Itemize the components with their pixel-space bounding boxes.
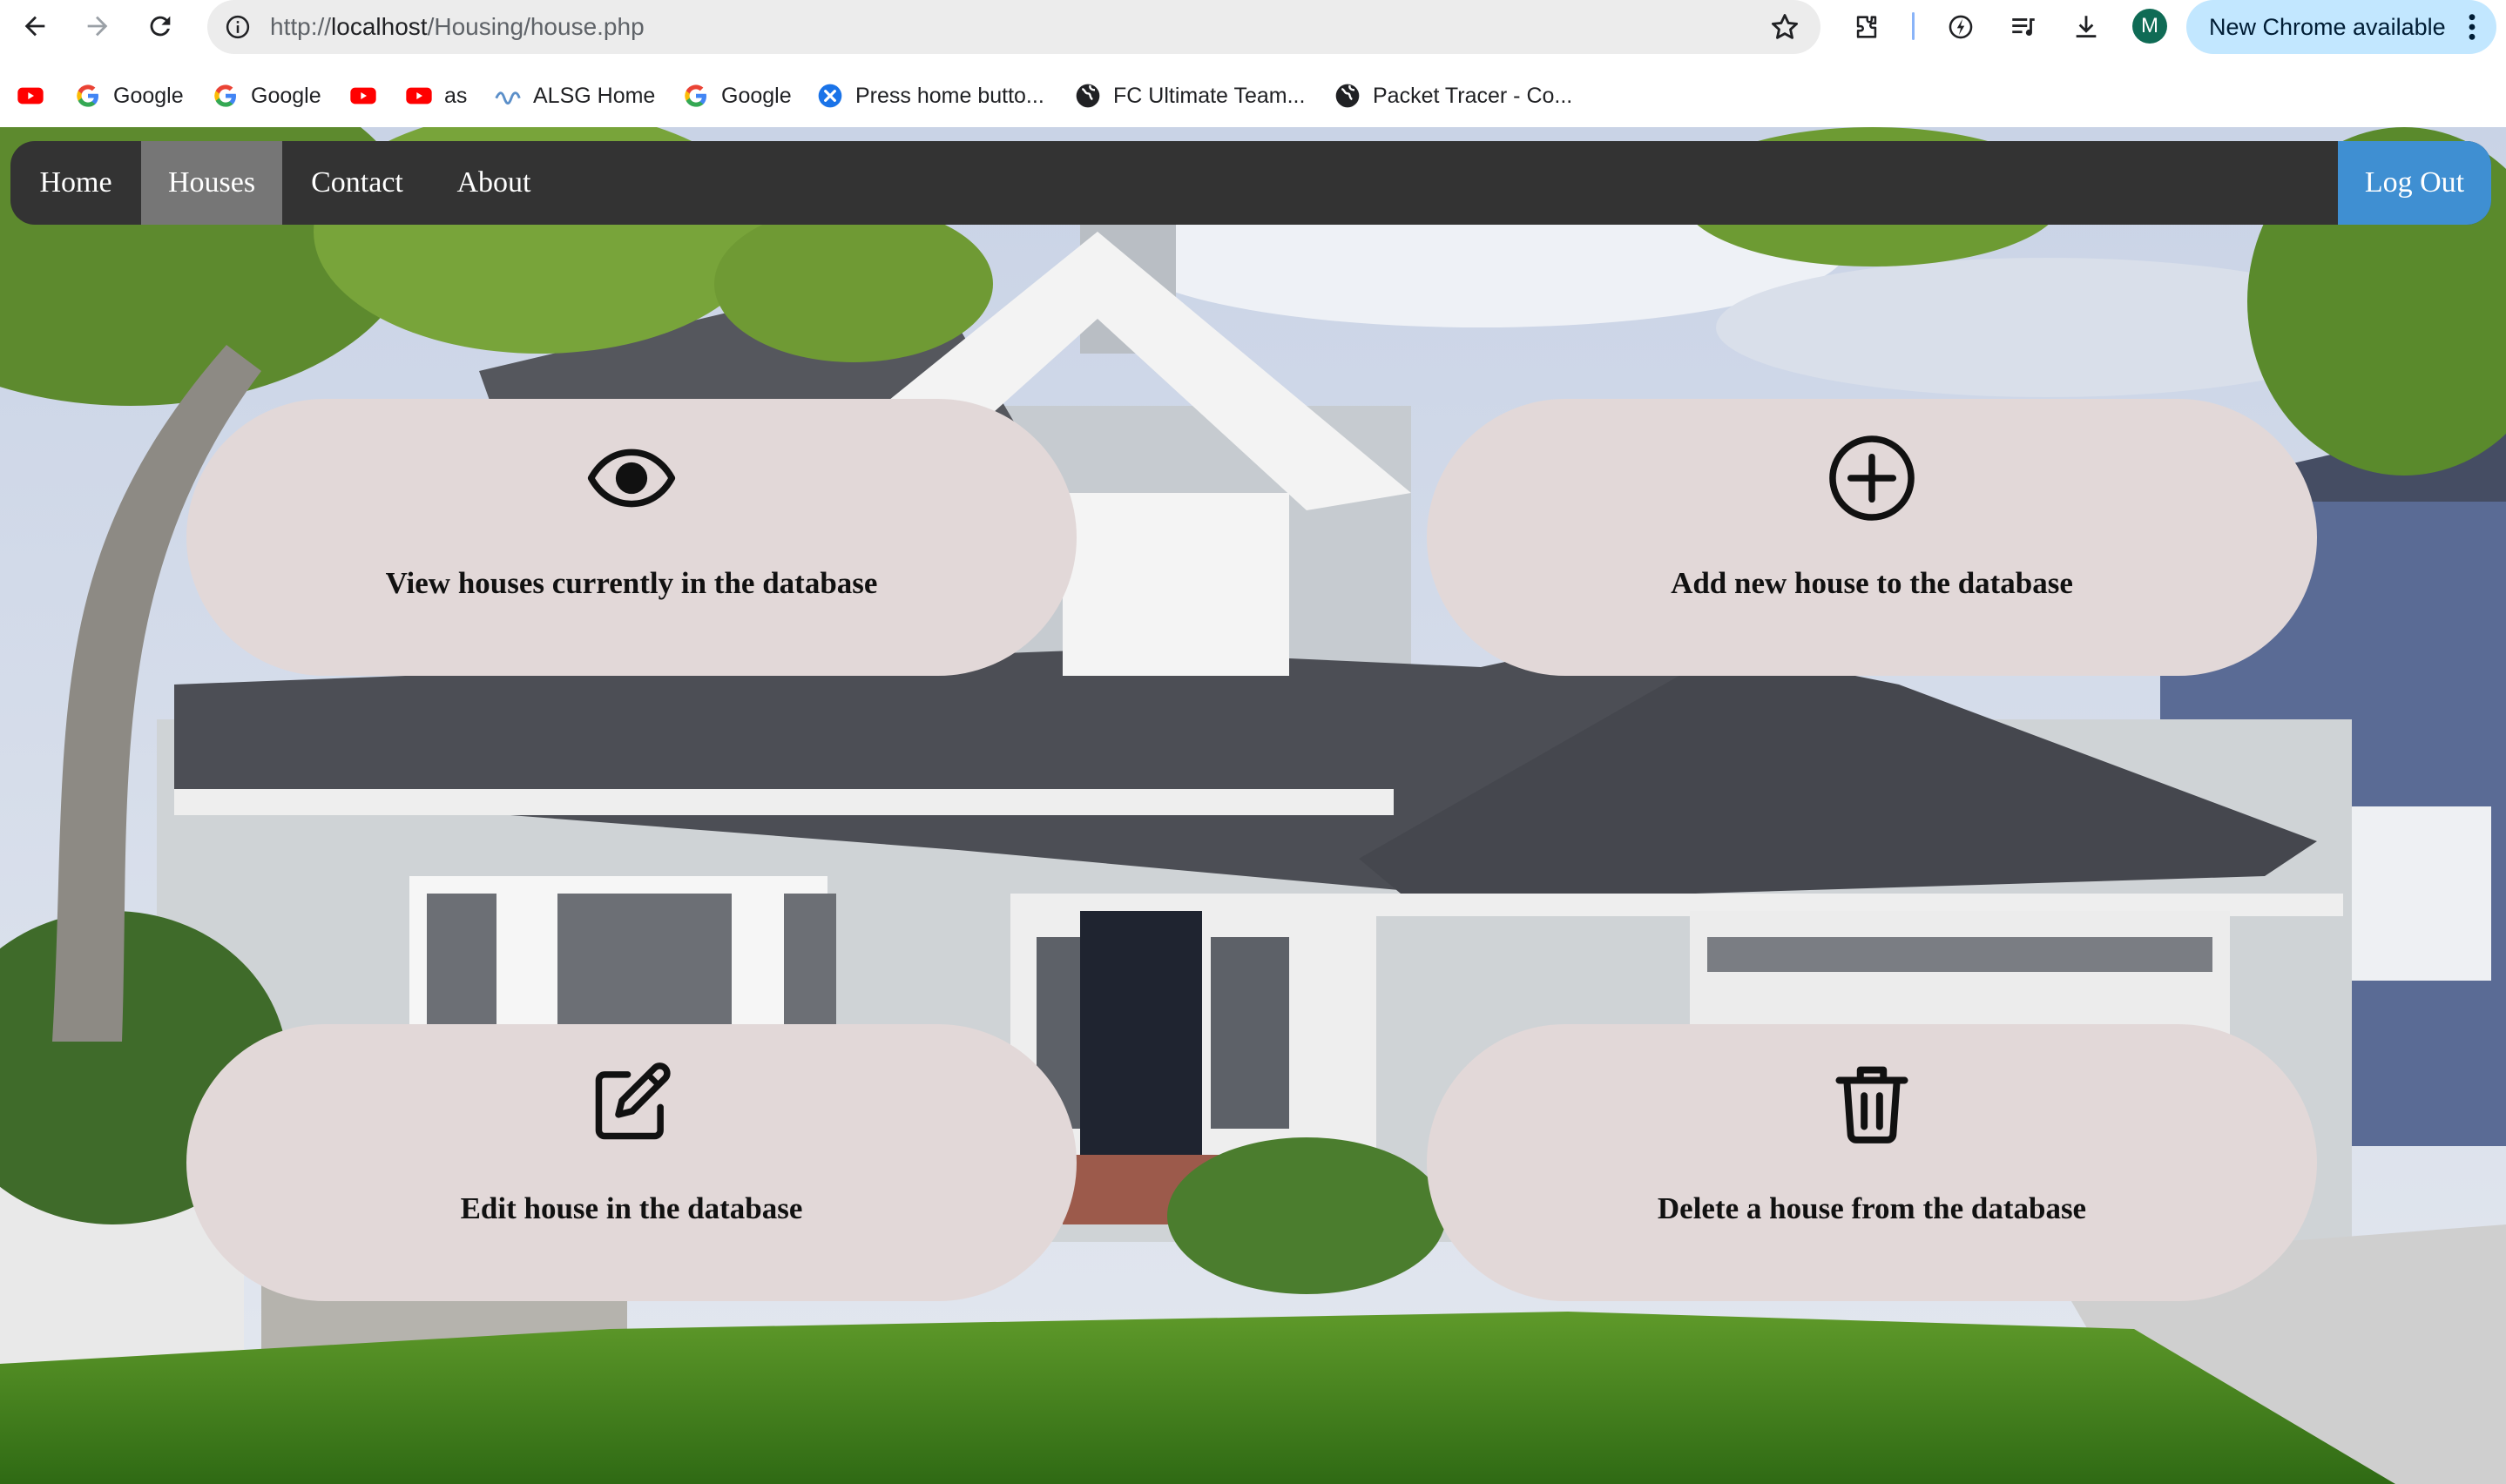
google-icon (211, 81, 240, 111)
reload-icon (150, 16, 171, 37)
url-scheme: http:// (270, 13, 332, 40)
bookmarks-bar: Google Google as ALSG Home Google Press … (0, 75, 2506, 117)
puzzle-icon (1856, 16, 1877, 38)
url-host: localhost (331, 13, 428, 40)
bookmark-item[interactable]: FC Ultimate Team... (1073, 75, 1305, 117)
bookmark-item[interactable]: Press home butto... (815, 75, 1044, 117)
site-navbar: Home Houses Contact About Log Out (10, 141, 2491, 225)
performance-button[interactable] (1941, 7, 1981, 47)
bookmark-label: as (444, 83, 468, 108)
forward-button[interactable] (75, 3, 120, 49)
google-icon (681, 81, 711, 111)
edit-house-label: Edit house in the database (460, 1191, 803, 1225)
globe-icon (1073, 81, 1103, 111)
delete-house-label: Delete a house from the database (1657, 1191, 2087, 1225)
bookmark-item[interactable]: ALSG Home (493, 75, 655, 117)
url-text[interactable]: http://localhost/Housing/house.php (270, 0, 645, 54)
bookmark-item[interactable] (348, 75, 378, 117)
bookmark-item[interactable]: Google (211, 75, 321, 117)
url-path: /Housing/house.php (427, 13, 645, 40)
logout-button[interactable]: Log Out (2338, 141, 2491, 225)
bookmark-item[interactable]: Google (73, 75, 184, 117)
delete-house-card[interactable]: Delete a house from the database (1427, 1024, 2317, 1301)
page-viewport: Home Houses Contact About Log Out View h… (0, 127, 2506, 1484)
arrow-left-icon (24, 16, 45, 37)
bookmark-item[interactable] (16, 75, 45, 117)
eye-icon (186, 432, 1077, 524)
download-icon (2076, 16, 2097, 38)
bookmark-label: Packet Tracer - Co... (1373, 83, 1573, 108)
arrow-right-icon (87, 16, 108, 37)
playlist-icon (2012, 18, 2035, 36)
add-house-card[interactable]: Add new house to the database (1427, 399, 2317, 676)
nav-about[interactable]: About (432, 141, 556, 225)
plus-circle-icon (1427, 432, 2317, 524)
profile-avatar[interactable]: M (2132, 9, 2167, 44)
youtube-icon (16, 81, 45, 111)
browser-toolbar: http://localhost/Housing/house.php M New… (0, 0, 2506, 54)
bookmark-item[interactable]: Packet Tracer - Co... (1333, 75, 1572, 117)
youtube-icon (348, 81, 378, 111)
google-icon (73, 81, 103, 111)
nav-contact[interactable]: Contact (282, 141, 432, 225)
media-controls-button[interactable] (2003, 7, 2043, 47)
view-houses-label: View houses currently in the database (385, 566, 878, 600)
extensions-button[interactable] (1847, 7, 1887, 47)
add-house-label: Add new house to the database (1671, 566, 2073, 600)
bookmark-item[interactable]: as (404, 75, 467, 117)
bookmark-label: Press home butto... (855, 83, 1044, 108)
globe-icon (1333, 81, 1362, 111)
nav-home[interactable]: Home (10, 141, 141, 225)
reload-button[interactable] (138, 3, 183, 49)
bookmark-item[interactable]: Google (681, 75, 792, 117)
update-label: New Chrome available (2209, 14, 2446, 40)
trash-icon (1427, 1057, 2317, 1150)
downloads-button[interactable] (2066, 7, 2106, 47)
bookmark-label: ALSG Home (533, 83, 656, 108)
info-icon (226, 15, 250, 39)
chrome-update-button[interactable]: New Chrome available (2186, 0, 2496, 54)
youtube-icon (404, 81, 434, 111)
bookmark-label: Google (251, 83, 321, 108)
site-info-button[interactable] (218, 7, 258, 47)
edit-icon (186, 1057, 1077, 1150)
view-houses-card[interactable]: View houses currently in the database (186, 399, 1077, 676)
alsg-icon (493, 81, 523, 111)
address-bar[interactable]: http://localhost/Housing/house.php (207, 0, 1820, 54)
back-button[interactable] (12, 3, 57, 49)
bookmark-label: Google (721, 83, 792, 108)
bookmark-star-icon[interactable] (1768, 10, 1801, 44)
speed-icon (1949, 15, 1973, 39)
toolbar-divider (1912, 12, 1915, 40)
bookmark-label: FC Ultimate Team... (1113, 83, 1306, 108)
more-vert-icon (2469, 14, 2476, 40)
nav-houses[interactable]: Houses (141, 141, 282, 225)
bookmark-label: Google (113, 83, 184, 108)
close-circle-icon (815, 81, 845, 111)
edit-house-card[interactable]: Edit house in the database (186, 1024, 1077, 1301)
